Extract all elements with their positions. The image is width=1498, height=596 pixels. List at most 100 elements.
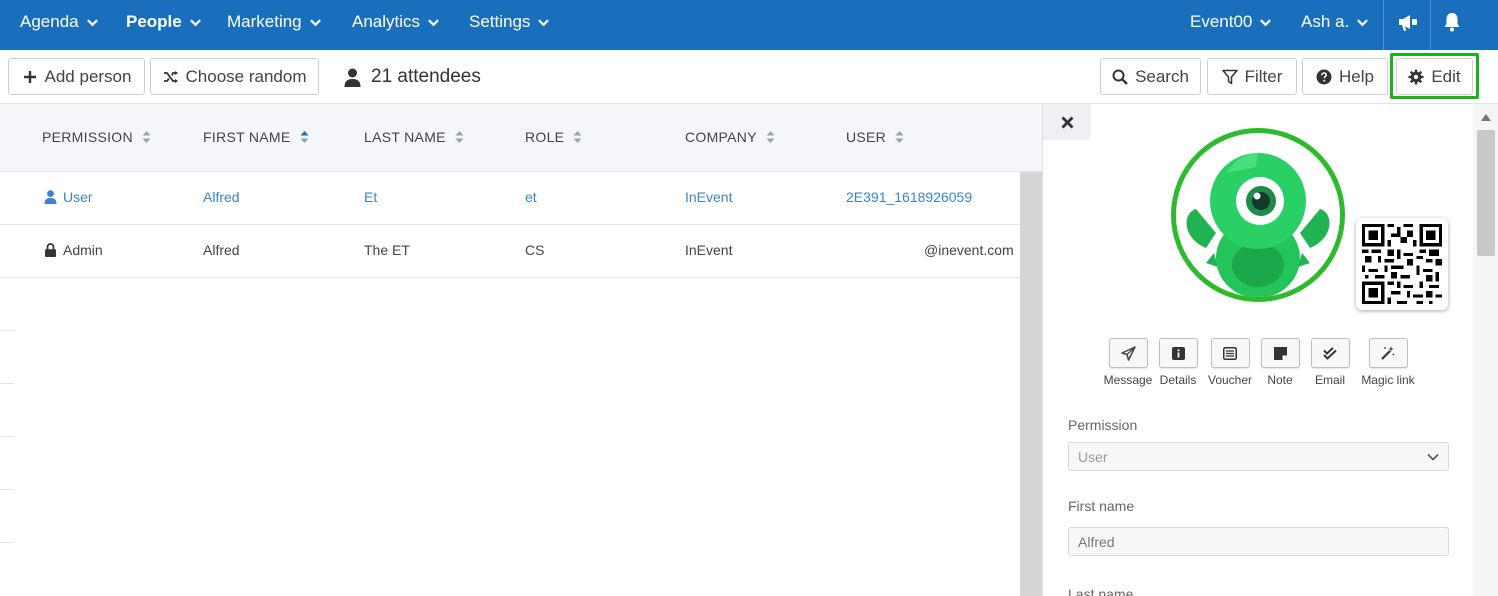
bell-icon[interactable] [1440,10,1464,34]
user-menu[interactable]: Ash a. [1301,0,1369,44]
last-name-cell: Et [364,189,378,205]
voucher-button[interactable] [1210,338,1250,368]
column-header-label: PERMISSION [42,129,133,145]
magic-link-label: Magic link [1361,373,1415,387]
note-action[interactable]: Note [1260,338,1300,387]
help-label: Help [1339,66,1374,86]
question-circle-icon [1316,69,1332,84]
user-name: Ash a. [1301,12,1350,31]
sticky-note-icon [1273,346,1287,360]
voucher-label: Voucher [1207,373,1253,387]
column-header-label: COMPANY [685,129,757,145]
scrollbar-thumb[interactable] [1477,130,1495,256]
chevron-down-icon [428,18,439,26]
chevron-down-icon [538,18,550,26]
first-name-field[interactable]: Alfred [1068,527,1449,556]
chevron-down-icon [86,18,98,26]
double-check-icon [1323,346,1337,360]
panel-scrollbar[interactable] [1473,104,1498,596]
permission-cell: User [44,189,93,205]
sort-icon [573,131,582,143]
event-selector[interactable]: Event00 [1190,0,1272,44]
nav-agenda-label: Agenda [20,12,79,31]
permission-value: Admin [63,242,103,258]
column-header-last-name[interactable]: LAST NAME [364,129,464,145]
top-navigation-bar: Agenda People Marketing Analytics Settin… [0,0,1498,50]
sort-icon [766,131,775,143]
details-action[interactable]: Details [1157,338,1199,387]
row-divider [0,542,14,543]
add-person-label: Add person [44,66,132,86]
plus-icon [23,70,36,83]
person-detail-panel: Message Details Voucher Note Email Magic… [1042,104,1498,596]
column-header-company[interactable]: COMPANY [685,129,775,145]
lock-icon [45,243,56,257]
nav-marketing[interactable]: Marketing [227,0,321,44]
scroll-up-arrow-icon[interactable] [1481,114,1491,121]
sort-icon [895,131,904,143]
choose-random-button[interactable]: Choose random [150,58,319,95]
toolbar: Add person Choose random 21 attendees Se… [0,50,1498,104]
details-button[interactable] [1158,338,1198,368]
column-header-label: USER [846,129,887,145]
search-button[interactable]: Search [1100,58,1201,95]
filter-icon [1221,69,1238,84]
first-name-label: First name [1068,498,1135,514]
note-button[interactable] [1260,338,1300,368]
permission-select[interactable]: User [1068,442,1449,471]
event-name: Event00 [1190,12,1253,31]
magic-link-button[interactable] [1368,338,1408,368]
table-header: PERMISSION FIRST NAME LAST NAME ROLE COM… [0,104,1042,172]
table-row[interactable]: Admin Alfred The ET CS InEvent @inevent.… [0,225,1020,278]
column-header-role[interactable]: ROLE [525,129,582,145]
nav-analytics-label: Analytics [352,12,421,31]
email-action[interactable]: Email [1310,338,1350,387]
user-icon [44,190,57,204]
column-header-first-name[interactable]: FIRST NAME [203,129,309,145]
permission-cell: Admin [44,242,103,258]
voucher-action[interactable]: Voucher [1208,338,1252,387]
row-divider [0,330,14,331]
edit-highlight-box [1390,53,1479,99]
chevron-down-icon [189,18,201,26]
chevron-down-icon [1427,453,1439,461]
user-cell: 2E391_1618926059 [846,189,973,205]
close-icon [1061,116,1073,128]
first-name-field-value: Alfred [1078,534,1115,550]
megaphone-icon[interactable] [1396,10,1420,34]
permission-value: User [63,189,93,205]
column-header-label: LAST NAME [364,129,446,145]
sort-icon [455,131,464,143]
search-icon [1112,69,1128,85]
column-header-permission[interactable]: PERMISSION [42,129,151,145]
paper-plane-icon [1120,345,1136,361]
row-divider [0,489,14,490]
help-button[interactable]: Help [1302,58,1388,95]
nav-settings-label: Settings [469,12,531,31]
table-row[interactable]: User Alfred Et et InEvent 2E391_16189260… [0,172,1020,225]
message-button[interactable] [1108,338,1148,368]
magic-link-action[interactable]: Magic link [1359,338,1417,387]
qr-code [1356,218,1448,310]
nav-analytics[interactable]: Analytics [352,0,439,44]
qr-code-image [1362,224,1442,304]
nav-people[interactable]: People [126,0,201,44]
chevron-down-icon [1357,18,1369,26]
table-scrollbar[interactable] [1020,172,1042,596]
sort-ascending-icon [300,131,309,143]
message-action[interactable]: Message [1103,338,1153,387]
chevron-down-icon [1260,18,1272,26]
column-header-user[interactable]: USER [846,129,904,145]
nav-people-label: People [126,12,182,31]
details-label: Details [1159,373,1197,387]
message-label: Message [1103,373,1153,387]
list-icon [1223,346,1237,360]
email-button[interactable] [1310,338,1350,368]
close-panel-button[interactable] [1043,104,1091,140]
user-cell: @inevent.com [924,242,1014,258]
nav-settings[interactable]: Settings [469,0,550,44]
add-person-button[interactable]: Add person [8,58,145,95]
filter-button[interactable]: Filter [1207,58,1297,95]
nav-agenda[interactable]: Agenda [20,0,98,44]
column-header-label: FIRST NAME [203,129,291,145]
